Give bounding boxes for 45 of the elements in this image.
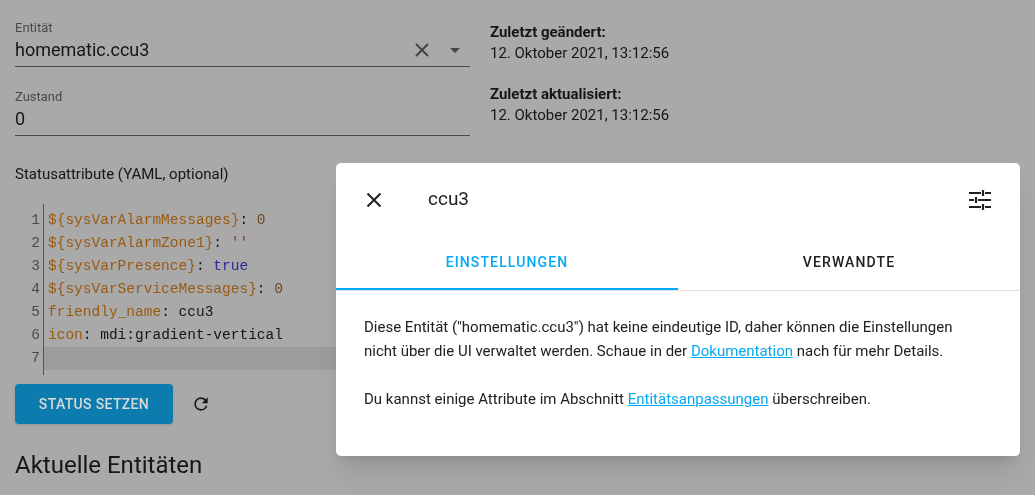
code-token: :: [195, 258, 206, 274]
editor-label: Statusattribute (YAML, optional): [15, 164, 230, 184]
code-token: '': [230, 235, 249, 251]
info-label: Zuletzt aktualisiert:: [490, 84, 623, 104]
field-value: homematic.ccu3: [15, 38, 151, 62]
code-token: : mdi:gradient-vertical: [82, 327, 283, 343]
field-value: 0: [15, 107, 27, 131]
line-number: 7: [31, 349, 40, 368]
info-value: 12. Oktober 2021, 13:12:56: [490, 43, 670, 64]
state-field[interactable]: Zustand 0: [15, 89, 470, 136]
refresh-icon[interactable]: [191, 394, 211, 414]
line-number: 5: [31, 303, 40, 322]
code-token: icon: [48, 327, 83, 343]
field-label: Zustand: [15, 89, 64, 105]
paragraph: Diese Entität ("homematic.ccu3") hat keine eindeutige ID, daher können die Einstellungen nicht über die UI verwaltet werden. Schaue in der Dokumentation nach für mehr Details.: [364, 317, 954, 362]
info-value: 12. Oktober 2021, 13:12:56: [490, 105, 670, 126]
line-number: 2: [31, 234, 40, 253]
code-token: ${sysVarAlarmMessages}: [48, 212, 240, 228]
line-number: 3: [31, 257, 40, 276]
tab[interactable]: VERWANDTE: [678, 236, 1020, 290]
code-token: ${sysVarAlarmZone1}: [48, 235, 214, 251]
dialog-title: ccu3: [428, 186, 471, 213]
code-token: 0: [274, 281, 283, 297]
code-token: : ccu3: [161, 304, 214, 320]
paragraph: Du kannst einige Attribute im Abschnitt Entitätsanpassungen überschreiben.: [364, 389, 872, 410]
code-token: true: [213, 258, 249, 274]
line-number: 1: [31, 211, 40, 230]
code-token: ${sysVarPresence}: [48, 258, 196, 274]
info-label: Zuletzt geändert:: [490, 22, 607, 42]
line-number: 4: [31, 280, 40, 299]
sliders-icon[interactable]: [969, 189, 991, 210]
section-heading: Aktuelle Entitäten: [15, 450, 204, 480]
field-label: Entität: [15, 20, 54, 36]
code-token: friendly_name: [48, 304, 162, 320]
close-icon[interactable]: [366, 191, 382, 208]
entity-field[interactable]: Entität homematic.ccu3: [15, 20, 470, 67]
clear-icon[interactable]: [414, 42, 430, 58]
code-token: :: [256, 281, 267, 297]
code-token: :: [213, 235, 224, 251]
line-number: 6: [31, 326, 40, 345]
code-token: :: [239, 212, 250, 228]
code-editor[interactable]: 1 2 3 4 5 6 7 ${sysVarAlarmMessages}: 0 ${sysVarAlarmZone1}: '' ${sysVarPresence}: true ${sysVarServiceMessages}: 0 friendly_name: ccu3 icon: mdi:gradient-vertical: [15, 204, 340, 375]
code-token: 0: [256, 212, 266, 228]
code-token: ${sysVarServiceMessages}: [48, 281, 257, 297]
dropdown-caret-icon[interactable]: [450, 47, 460, 53]
